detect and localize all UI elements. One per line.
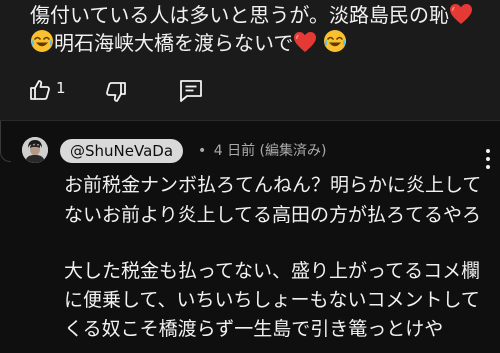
reply-comment: @ShuNeVaDa • 4 日前 (編集済み) お前税金ナンボ払ろてんねん？明… bbox=[0, 121, 500, 353]
thumbs-down-icon bbox=[106, 82, 126, 102]
more-vert-icon-dot-2 bbox=[486, 157, 490, 161]
thumbs-up-icon bbox=[30, 80, 50, 100]
avatar-image bbox=[22, 137, 48, 163]
comment-thread: 傷付いている人は多いと思うが。淡路島民の恥 明石海峡大橋を渡らないで 1 @Sh… bbox=[0, 0, 500, 353]
like-count: 1 bbox=[56, 79, 66, 97]
like-button[interactable]: 1 bbox=[28, 76, 74, 104]
reply-button[interactable] bbox=[178, 76, 210, 104]
meta-separator: • bbox=[198, 143, 207, 159]
parent-comment-line-2: 明石海峡大橋を渡らないで bbox=[30, 28, 490, 58]
dislike-button[interactable] bbox=[104, 76, 136, 104]
red-heart-icon bbox=[294, 32, 317, 52]
comment-reply-icon bbox=[180, 80, 202, 102]
reply-text-line-4: に便乗して、いちいちしょーもないコメントして bbox=[64, 289, 480, 311]
laughing-face-icon bbox=[324, 30, 347, 52]
parent-comment-text-2: 明石海峡大橋を渡らないで bbox=[54, 31, 294, 55]
reply-text-line-3: 大した税金も払ってない、盛り上がってるコメ欄 bbox=[64, 260, 481, 282]
laughing-face-icon bbox=[31, 30, 53, 52]
more-options-button[interactable] bbox=[480, 147, 496, 171]
avatar[interactable] bbox=[22, 137, 48, 163]
reply-text-line-2: ないお前より炎上してる高田の方が払ろてるやろ bbox=[64, 204, 482, 226]
reply-text-line-5: くる奴こそ橋渡らず一生島で引き篭っとけや bbox=[64, 318, 444, 340]
timestamp-link[interactable]: 4 日前 bbox=[214, 143, 255, 159]
edited-label: (編集済み) bbox=[259, 143, 327, 159]
more-vert-icon-dot-3 bbox=[486, 165, 490, 169]
parent-comment-text-1: 傷付いている人は多いと思うが。淡路島民の恥 bbox=[30, 3, 449, 27]
parent-comment: 傷付いている人は多いと思うが。淡路島民の恥 明石海峡大橋を渡らないで 1 bbox=[0, 0, 500, 120]
thread-connector bbox=[0, 121, 11, 162]
more-vert-icon-dot-1 bbox=[486, 149, 490, 153]
red-heart-icon bbox=[450, 4, 472, 24]
reply-text-line-1: お前税金ナンボ払ろてんねん？明らかに炎上して bbox=[64, 174, 482, 196]
parent-comment-line-1: 傷付いている人は多いと思うが。淡路島民の恥 bbox=[30, 0, 490, 30]
comment-actions: 1 bbox=[0, 70, 500, 110]
comment-meta: • 4 日前 (編集済み) bbox=[198, 140, 326, 162]
channel-handle[interactable]: @ShuNeVaDa bbox=[60, 139, 184, 163]
